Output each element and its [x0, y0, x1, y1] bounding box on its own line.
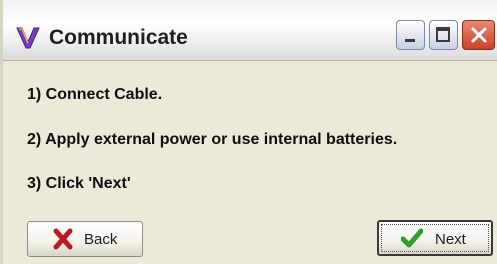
next-button[interactable]: Next	[377, 220, 493, 256]
back-button-label: Back	[84, 231, 118, 248]
instruction-step-3: 3) Click 'Next'	[27, 175, 131, 192]
close-button[interactable]	[462, 20, 495, 50]
communicate-dialog: Communicate 1) Connect Cable. 2) Apply e…	[0, 0, 497, 264]
next-button-label: Next	[435, 231, 466, 248]
maximize-icon	[436, 27, 450, 42]
v-logo-icon	[16, 27, 40, 49]
minimize-icon	[405, 39, 415, 42]
minimize-button[interactable]	[396, 20, 425, 50]
instruction-step-2: 2) Apply external power or use internal …	[27, 131, 398, 148]
back-button[interactable]: Back	[27, 221, 143, 257]
red-x-icon	[53, 228, 73, 250]
title-bar[interactable]: Communicate	[3, 0, 497, 61]
close-icon	[471, 27, 487, 43]
window-title: Communicate	[49, 26, 188, 49]
green-checkmark-icon	[401, 228, 423, 248]
instruction-step-1: 1) Connect Cable.	[27, 86, 163, 103]
maximize-button[interactable]	[429, 20, 458, 50]
